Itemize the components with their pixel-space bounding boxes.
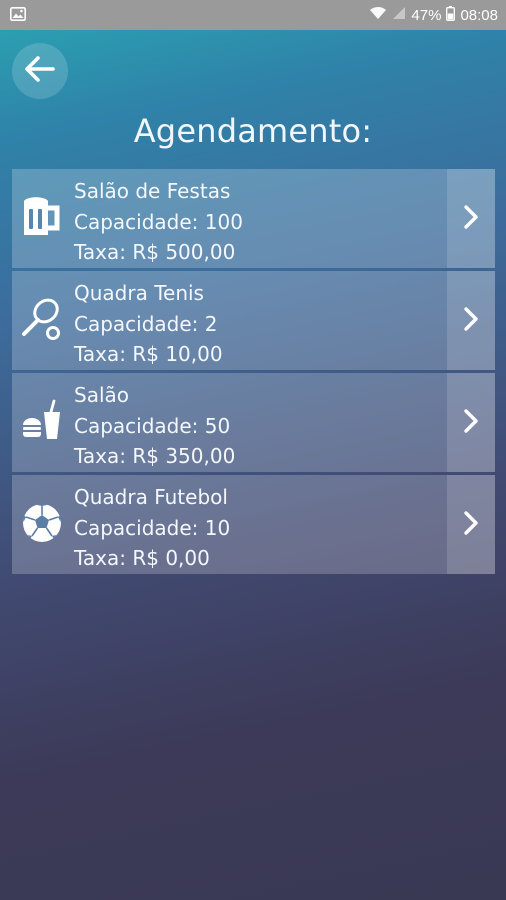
chevron-right-icon (463, 306, 479, 336)
venue-name: Salão (74, 383, 129, 407)
venue-capacity: Capacidade: 10 (74, 515, 231, 540)
open-venue-button[interactable] (447, 271, 495, 370)
open-venue-button[interactable] (447, 475, 495, 574)
venue-card-salao-de-festas[interactable]: Salão de Festas Capacidade: 100 Taxa: R$… (12, 169, 495, 268)
gallery-notification-icon (10, 6, 26, 25)
signal-icon (392, 6, 406, 24)
venue-name: Quadra Futebol (74, 485, 228, 509)
venue-fee: Taxa: R$ 500,00 (74, 240, 236, 264)
soccer-ball-icon (20, 501, 64, 549)
page-title: Agendamento: (133, 112, 373, 150)
venue-card-quadra-futebol[interactable]: Quadra Futebol Capacidade: 10 Taxa: R$ 0… (12, 475, 495, 574)
venue-name: Quadra Tenis (74, 281, 204, 305)
venue-fee: Taxa: R$ 350,00 (74, 444, 236, 468)
venue-capacity: Capacidade: 2 (74, 311, 218, 336)
battery-icon (446, 5, 456, 25)
venue-name: Salão de Festas (74, 179, 231, 203)
venue-fee: Taxa: R$ 0,00 (74, 546, 210, 570)
back-button[interactable] (12, 43, 68, 99)
beer-mug-icon (21, 195, 63, 243)
wifi-icon (369, 6, 387, 24)
venue-card-salao[interactable]: Salão Capacidade: 50 Taxa: R$ 350,00 (12, 373, 495, 472)
venue-capacity: Capacidade: 50 (74, 413, 231, 438)
venue-capacity: Capacidade: 100 (74, 209, 243, 234)
tennis-racket-icon (20, 296, 64, 346)
arrow-left-icon (24, 55, 56, 87)
clock: 08:08 (460, 6, 498, 24)
open-venue-button[interactable] (447, 373, 495, 472)
venue-card-quadra-tenis[interactable]: Quadra Tenis Capacidade: 2 Taxa: R$ 10,0… (12, 271, 495, 370)
venue-list: Salão de Festas Capacidade: 100 Taxa: R$… (12, 169, 495, 577)
fast-food-icon (20, 399, 64, 447)
status-bar: 47% 08:08 (0, 0, 506, 30)
battery-percent: 47% (411, 6, 442, 24)
open-venue-button[interactable] (447, 169, 495, 268)
chevron-right-icon (463, 408, 479, 438)
venue-fee: Taxa: R$ 10,00 (74, 342, 223, 366)
chevron-right-icon (463, 204, 479, 234)
chevron-right-icon (463, 510, 479, 540)
